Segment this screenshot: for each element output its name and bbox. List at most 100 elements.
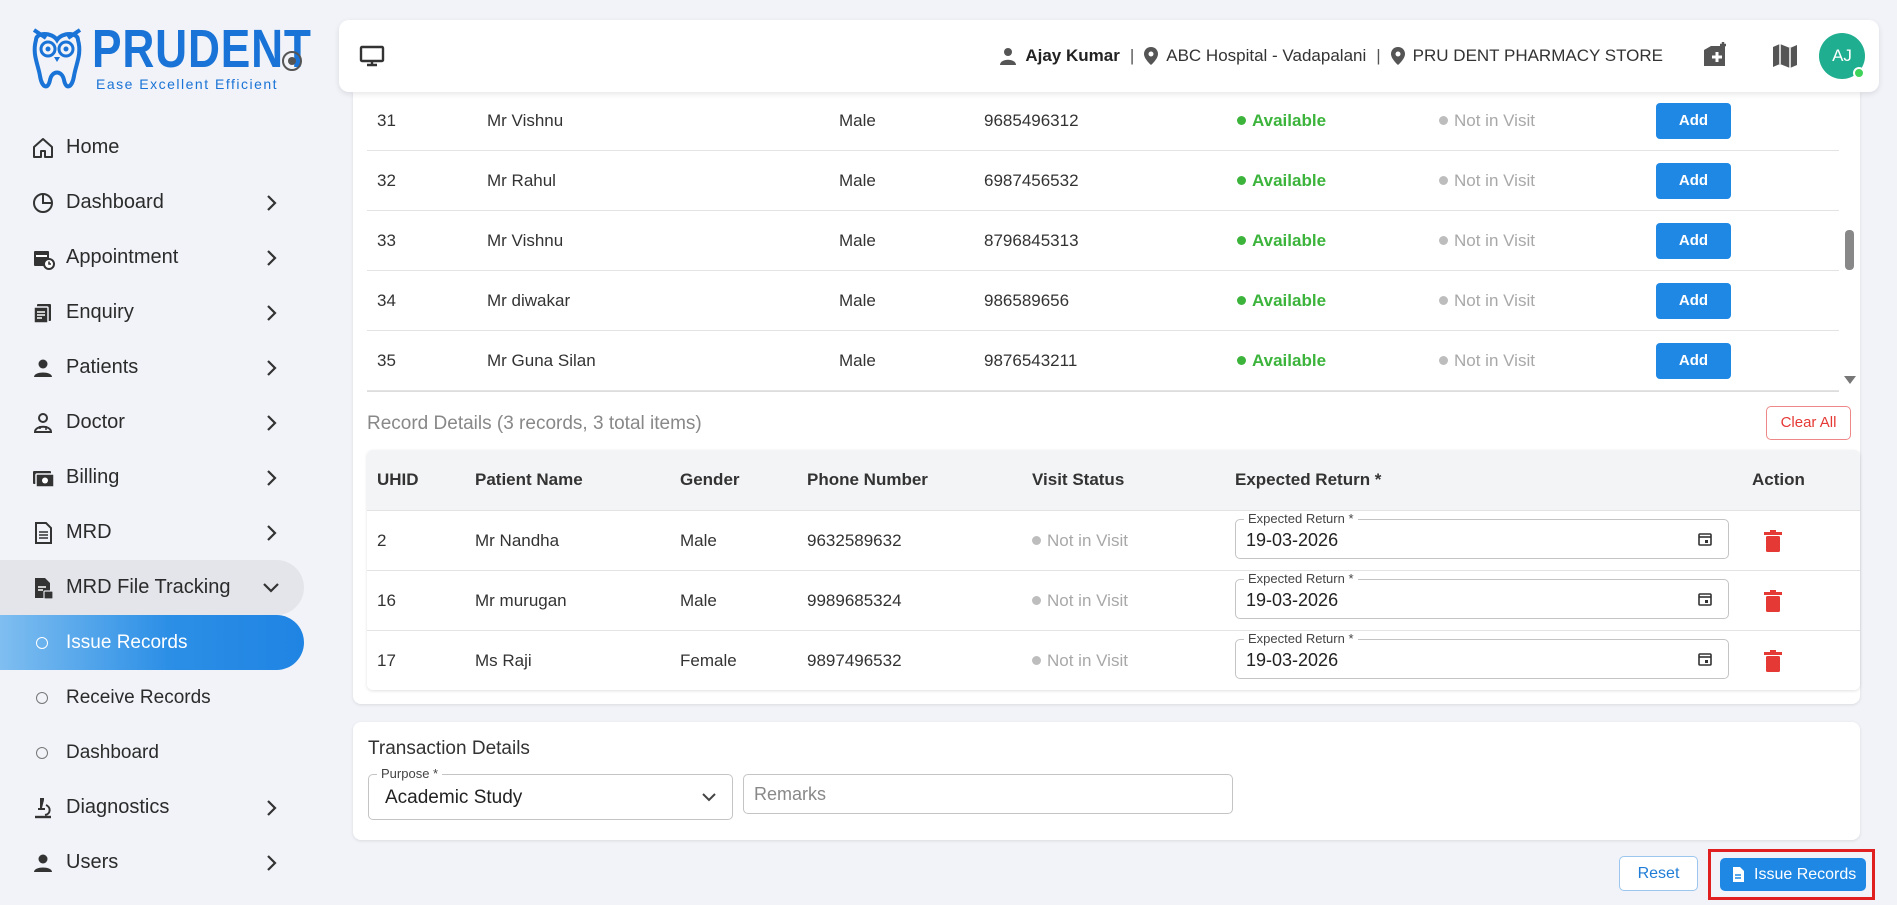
column-header: Expected Return *	[1235, 470, 1382, 489]
table-row: 17 Ms Raji Female 9897496532 Not in Visit Exp…	[367, 630, 1860, 690]
status-dot-icon	[1439, 176, 1448, 185]
table-row: 2 Mr Nandha Male 9632589632 Not in Visit Expe…	[367, 510, 1860, 570]
record-uhid: 17	[377, 651, 396, 670]
record-details-title: Record Details (3 records, 3 total items…	[367, 413, 702, 434]
sidebar-item-appointment[interactable]: Appointment	[0, 230, 318, 285]
add-hospital-icon[interactable]	[1699, 40, 1731, 72]
delete-icon[interactable]	[1764, 650, 1782, 672]
sidebar-item-doctor[interactable]: Doctor	[0, 395, 318, 450]
sidebar-item-label: Billing	[66, 466, 120, 488]
map-icon[interactable]	[1769, 40, 1801, 72]
scroll-down-arrow-icon[interactable]	[1844, 376, 1856, 384]
status-dot-icon	[1439, 116, 1448, 125]
sidebar-item-label: Diagnostics	[66, 796, 170, 818]
table-row: 16 Mr murugan Male 9989685324 Not in Visit Ex…	[367, 570, 1860, 630]
monitor-icon[interactable]	[359, 44, 385, 68]
patient-list-scrollbar[interactable]	[1842, 92, 1856, 392]
issue-records-button[interactable]: Issue Records	[1720, 858, 1866, 891]
sidebar-item-billing[interactable]: Billing	[0, 450, 318, 505]
clear-all-button[interactable]: Clear All	[1766, 406, 1851, 440]
patient-name: Mr Vishnu	[487, 231, 564, 250]
sidebar-item-mrd[interactable]: MRD	[0, 505, 318, 560]
sidebar-item-dashboard[interactable]: Dashboard	[0, 175, 318, 230]
brand-logo[interactable]: PRUDENT Ease Excellent Efficient	[28, 22, 360, 96]
sidebar-item-patients[interactable]: Patients	[0, 340, 318, 395]
visit-label: Not in Visit	[1047, 591, 1128, 610]
patient-id: 33	[377, 231, 396, 250]
header-separator: |	[1129, 46, 1135, 65]
expected-return-value: 19-03-2026	[1246, 590, 1339, 610]
calendar-icon[interactable]	[1698, 532, 1712, 546]
expected-return-date-input[interactable]: Expected Return * 19-03-2026	[1235, 512, 1729, 559]
file-icon	[1733, 867, 1744, 882]
patient-phone: 8796845313	[984, 231, 1079, 250]
sidebar-item-users[interactable]: Users	[0, 835, 318, 890]
patient-phone: 9685496312	[984, 111, 1079, 130]
status-dot-icon	[1032, 656, 1041, 665]
scrollbar-thumb[interactable]	[1845, 230, 1854, 270]
status-dot-icon	[1237, 236, 1246, 245]
add-patient-button[interactable]: Add	[1656, 223, 1731, 259]
calendar-clock-icon	[30, 245, 56, 271]
add-patient-button[interactable]: Add	[1656, 283, 1731, 319]
chevron-right-icon	[267, 360, 277, 376]
availability-status: Available	[1237, 271, 1326, 331]
sidebar-item-home[interactable]: Home	[0, 120, 318, 175]
availability-label: Available	[1252, 291, 1327, 310]
expected-return-date-input[interactable]: Expected Return * 19-03-2026	[1235, 572, 1729, 619]
issue-records-highlight: Issue Records	[1708, 849, 1875, 900]
add-patient-button[interactable]: Add	[1656, 343, 1731, 379]
expected-return-date-input[interactable]: Expected Return * 19-03-2026	[1235, 632, 1729, 679]
person-icon	[30, 850, 56, 876]
delete-icon[interactable]	[1764, 590, 1782, 612]
sidebar-subitem-issue-records[interactable]: Issue Records	[0, 615, 304, 670]
delete-icon[interactable]	[1764, 530, 1782, 552]
availability-label: Available	[1252, 171, 1327, 190]
patient-name: Mr Rahul	[487, 171, 556, 190]
remarks-input[interactable]	[743, 774, 1233, 814]
sidebar-item-enquiry[interactable]: Enquiry	[0, 285, 318, 340]
record-patient-name: Ms Raji	[475, 651, 532, 670]
sidebar-item-label: Users	[66, 851, 119, 873]
add-patient-button[interactable]: Add	[1656, 163, 1731, 199]
visit-label: Not in Visit	[1047, 531, 1128, 550]
circle-bullet-icon	[36, 691, 48, 704]
visit-status: Not in Visit	[1439, 271, 1535, 331]
patient-gender: Male	[839, 351, 876, 370]
status-dot-icon	[1032, 536, 1041, 545]
microscope-icon	[30, 795, 56, 821]
avatar[interactable]: AJ	[1819, 33, 1865, 79]
table-row: 34 Mr diwakar Male 986589656 Available Not in…	[367, 271, 1839, 331]
calendar-icon[interactable]	[1698, 652, 1712, 666]
document-icon	[30, 300, 56, 326]
calendar-icon[interactable]	[1698, 592, 1712, 606]
visit-label: Not in Visit	[1454, 351, 1535, 370]
sidebar-nav: Home Dashboard Appointment Enquiry Patie…	[0, 120, 318, 890]
location-pin-icon	[1144, 47, 1159, 65]
header-separator: |	[1376, 46, 1381, 65]
chevron-right-icon	[267, 800, 277, 816]
transaction-details-title: Transaction Details	[368, 738, 530, 759]
purpose-select[interactable]: Purpose * Academic Study	[368, 767, 733, 820]
table-row: 31 Mr Vishnu Male 9685496312 Available Not in…	[367, 92, 1839, 151]
record-patient-name: Mr Nandha	[475, 531, 560, 550]
patient-id: 34	[377, 291, 396, 310]
record-gender: Female	[680, 651, 737, 670]
purpose-value: Academic Study	[385, 787, 523, 808]
sidebar-item-mrd-file-tracking[interactable]: MRD File Tracking	[0, 560, 304, 615]
add-patient-button[interactable]: Add	[1656, 103, 1731, 139]
status-dot-icon	[1439, 356, 1448, 365]
sidebar-subitem-receive-records[interactable]: Receive Records	[0, 670, 318, 725]
chevron-right-icon	[267, 470, 277, 486]
record-patient-name: Mr murugan	[475, 591, 567, 610]
sidebar-item-label: Doctor	[66, 411, 125, 433]
top-header: Ajay Kumar | ABC Hospital - Vadapalani |…	[339, 20, 1879, 92]
sidebar-toggle-radio-icon[interactable]	[282, 51, 302, 71]
reset-button[interactable]: Reset	[1619, 856, 1698, 891]
sidebar-subitem-dashboard[interactable]: Dashboard	[0, 725, 318, 780]
record-visit-status: Not in Visit	[1032, 511, 1128, 571]
sidebar-item-diagnostics[interactable]: Diagnostics	[0, 780, 318, 835]
status-dot-icon	[1237, 176, 1246, 185]
visit-status: Not in Visit	[1439, 151, 1535, 211]
file-list-icon	[30, 520, 56, 546]
